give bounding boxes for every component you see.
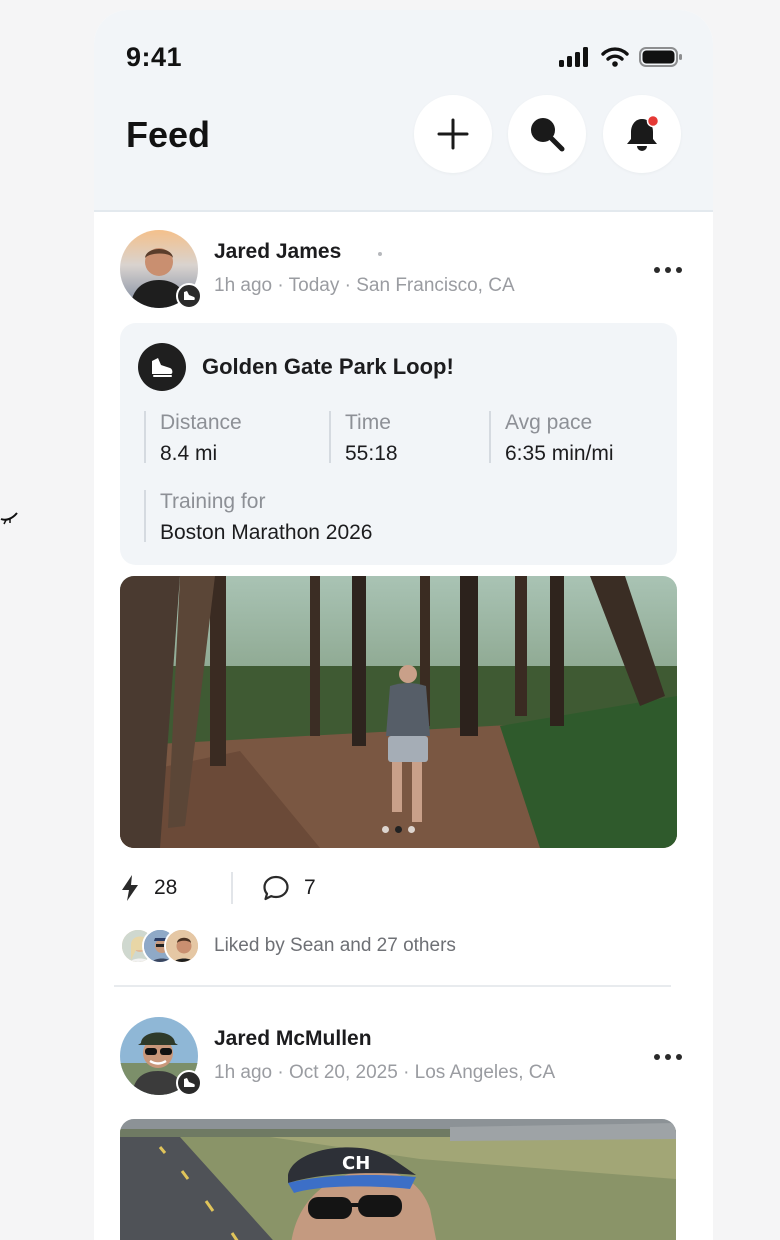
post-meta: 1h ago · Oct 20, 2025 · Los Angeles, CA <box>214 1062 556 1083</box>
post-reactions: 28 7 <box>120 870 420 906</box>
activity-title: Golden Gate Park Loop! <box>202 354 454 379</box>
stat-label: Avg pace <box>505 411 593 434</box>
more-options-button[interactable] <box>648 1047 688 1067</box>
post-header: Jared McMullen 1h ago · Oct 20, 2025 · L… <box>120 1017 682 1097</box>
status-time: 9:41 <box>126 42 183 72</box>
plus-icon <box>437 118 469 150</box>
lightning-icon <box>122 875 138 901</box>
stat-time: Time 55:18 <box>329 411 398 465</box>
comments-count: 7 <box>304 876 316 899</box>
carousel-dot[interactable] <box>382 826 389 833</box>
liked-by-avatars <box>120 928 204 966</box>
search-icon <box>531 118 565 152</box>
stat-value: 55:18 <box>345 442 398 465</box>
notifications-button[interactable] <box>603 95 681 173</box>
stat-distance: Distance 8.4 mi <box>144 411 242 465</box>
bell-icon <box>627 115 660 151</box>
shoe-icon <box>184 1078 195 1087</box>
shoe-icon <box>184 291 195 300</box>
status-icons <box>559 46 683 68</box>
post-meta: 1h ago · Today · San Francisco, CA <box>214 275 515 296</box>
stat-label: Time <box>345 411 391 434</box>
activity-type-badge <box>138 343 186 391</box>
stat-label: Distance <box>160 411 242 434</box>
feed-screen: 9:41 Feed Jared James 1h ago · Today · S… <box>94 10 713 1240</box>
separator-dot <box>378 252 382 256</box>
decorative-scribble <box>0 512 18 525</box>
activity-summary-card[interactable]: Golden Gate Park Loop! Distance 8.4 mi T… <box>120 323 677 565</box>
stat-value: Boston Marathon 2026 <box>160 521 373 544</box>
search-button[interactable] <box>508 95 586 173</box>
author-name[interactable]: Jared James <box>214 240 341 264</box>
post-divider <box>114 985 671 987</box>
stat-pace: Avg pace 6:35 min/mi <box>489 411 614 465</box>
activity-badge <box>176 1070 202 1096</box>
post-header: Jared James 1h ago · Today · San Francis… <box>120 230 682 310</box>
more-options-button[interactable] <box>648 260 688 280</box>
stat-value: 6:35 min/mi <box>505 442 614 465</box>
stat-training-goal: Training for Boston Marathon 2026 <box>144 490 373 544</box>
comments-button[interactable]: 7 <box>262 870 316 906</box>
stat-value: 8.4 mi <box>160 442 218 465</box>
activity-badge <box>176 283 202 309</box>
battery-icon <box>639 47 682 67</box>
author-name[interactable]: Jared McMullen <box>214 1027 372 1051</box>
activity-photo[interactable] <box>120 576 677 848</box>
kudos-count: 28 <box>154 876 178 899</box>
avatar <box>164 928 200 964</box>
liked-by-text: Liked by Sean and 27 others <box>214 935 456 956</box>
selfie-trail-photo: CH <box>120 1119 676 1240</box>
shoe-icon <box>152 358 173 377</box>
wifi-icon <box>601 47 629 67</box>
activity-photo[interactable]: CH <box>120 1119 676 1240</box>
svg-text:CH: CH <box>342 1153 370 1174</box>
liked-by-row[interactable]: Liked by Sean and 27 others <box>120 926 620 966</box>
reaction-divider <box>231 872 233 904</box>
forest-run-photo <box>120 576 677 848</box>
comment-icon <box>263 875 289 901</box>
page-title: Feed <box>126 114 211 155</box>
stat-label: Training for <box>160 490 266 513</box>
carousel-dot[interactable] <box>408 826 415 833</box>
add-post-button[interactable] <box>414 95 492 173</box>
cellular-signal-icon <box>559 47 588 67</box>
carousel-page-indicator[interactable] <box>382 826 415 833</box>
kudos-button[interactable]: 28 <box>120 870 177 906</box>
header: 9:41 Feed <box>94 10 713 212</box>
carousel-dot-active[interactable] <box>395 826 402 833</box>
